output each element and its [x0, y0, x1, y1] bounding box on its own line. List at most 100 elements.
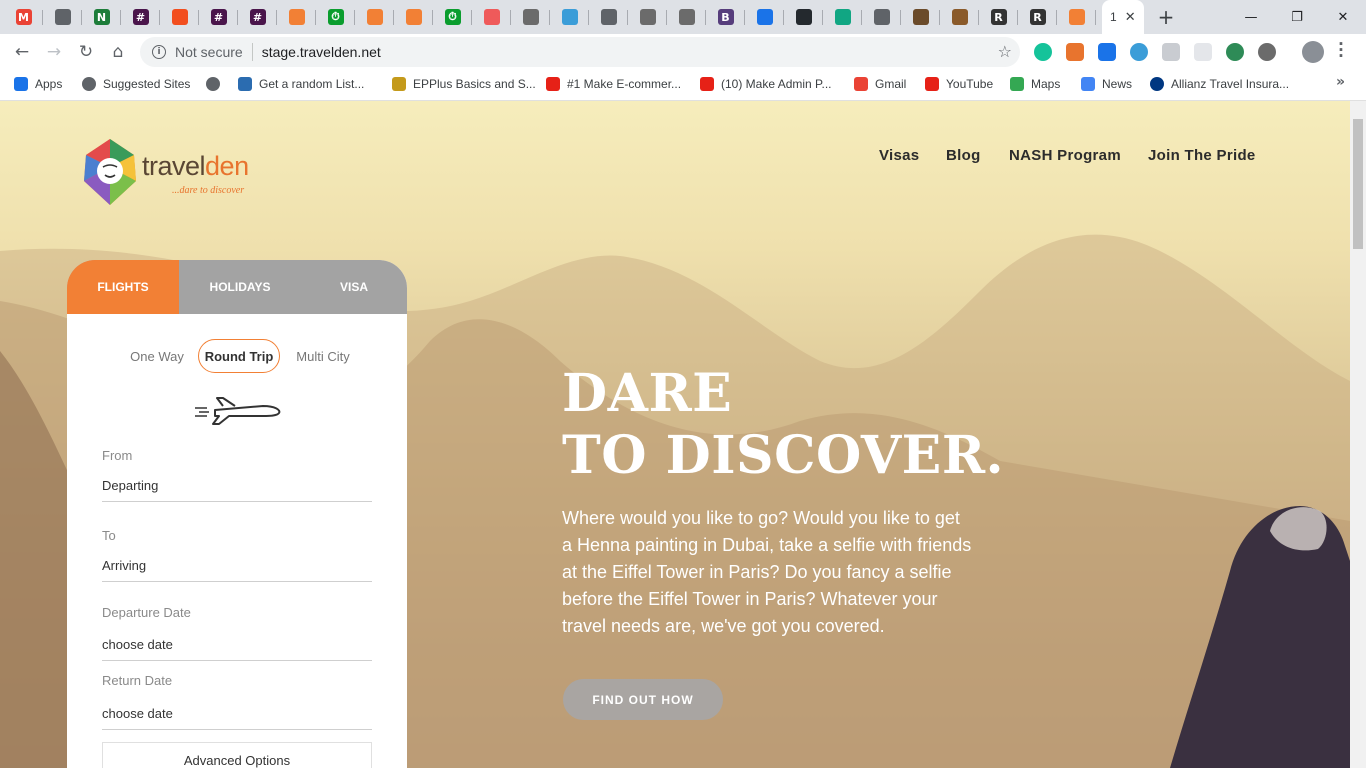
tab-holidays[interactable]: HOLIDAYS: [179, 260, 301, 314]
tab-visa[interactable]: VISA: [301, 260, 407, 314]
restore-button[interactable]: ❐: [1274, 0, 1320, 34]
menu-icon[interactable]: · · ·: [1336, 37, 1346, 64]
close-window-button[interactable]: ✕: [1320, 0, 1366, 34]
browser-tab[interactable]: [823, 0, 862, 34]
new-tab-button[interactable]: +: [1154, 5, 1178, 29]
browser-tab[interactable]: M: [4, 0, 43, 34]
url-text[interactable]: stage.travelden.net: [262, 44, 381, 60]
travelden-logo[interactable]: travelden ...dare to discover: [80, 137, 260, 207]
active-tab[interactable]: 1 ✕: [1102, 0, 1144, 34]
minimize-button[interactable]: —: [1228, 0, 1274, 34]
find-out-how-button[interactable]: FIND OUT HOW: [563, 679, 723, 720]
browser-tab[interactable]: [862, 0, 901, 34]
edit-icon: [561, 9, 578, 25]
info-icon[interactable]: i: [152, 45, 166, 59]
box-icon: [405, 9, 422, 25]
page-scrollbar[interactable]: [1350, 101, 1366, 768]
bookmark-item[interactable]: (10) Make Admin P...: [700, 77, 832, 91]
trip-type-multi-city[interactable]: Multi City: [284, 339, 362, 373]
bookmark-item[interactable]: News: [1081, 77, 1132, 91]
bookmark-item[interactable]: Get a random List...: [238, 77, 364, 91]
browser-tab[interactable]: [628, 0, 667, 34]
reload-button[interactable]: ↻: [74, 40, 98, 64]
bookmark-item[interactable]: [206, 77, 227, 91]
advanced-options-button[interactable]: Advanced Options: [102, 742, 372, 768]
browser-tab[interactable]: R: [979, 0, 1018, 34]
return-date-input[interactable]: choose date: [102, 698, 372, 730]
nav-link-nash-program[interactable]: NASH Program: [1009, 147, 1121, 164]
trip-type-one-way[interactable]: One Way: [119, 339, 195, 373]
bookmark-label: Apps: [35, 77, 63, 91]
bookmark-item[interactable]: Apps: [14, 77, 62, 91]
link-icon: [238, 77, 252, 91]
grammarly-extension-icon[interactable]: [1034, 43, 1052, 61]
browser-tab[interactable]: [43, 0, 82, 34]
browser-tab[interactable]: [277, 0, 316, 34]
trip-type-round-trip[interactable]: Round Trip: [198, 339, 280, 373]
back-button[interactable]: ←: [10, 40, 34, 64]
to-label: To: [102, 528, 116, 543]
bookmark-item[interactable]: YouTube: [925, 77, 993, 91]
browser-tab[interactable]: [550, 0, 589, 34]
browser-tab[interactable]: [1057, 0, 1096, 34]
bookmark-star-icon[interactable]: ☆: [998, 42, 1012, 61]
browser-tab[interactable]: B: [706, 0, 745, 34]
browser-tab[interactable]: [784, 0, 823, 34]
bookmark-item[interactable]: #1 Make E-commer...: [546, 77, 681, 91]
tab-flights[interactable]: FLIGHTS: [67, 260, 179, 314]
logo-wordmark-den: den: [205, 151, 249, 181]
browser-tab[interactable]: [355, 0, 394, 34]
bookmarks-more-icon[interactable]: »: [1336, 74, 1345, 90]
figma-icon: [171, 9, 188, 25]
timer-icon: ⏱: [327, 9, 344, 25]
close-tab-icon[interactable]: ✕: [1125, 9, 1136, 25]
browser-tab[interactable]: N: [82, 0, 121, 34]
to-input[interactable]: Arriving: [102, 550, 372, 582]
extension-icon[interactable]: [1130, 43, 1148, 61]
browser-tab[interactable]: R: [1018, 0, 1057, 34]
browser-tab[interactable]: ⏱: [316, 0, 355, 34]
slack-icon: #: [249, 9, 266, 25]
extension-icon[interactable]: [1162, 43, 1180, 61]
profile-avatar[interactable]: [1302, 41, 1324, 63]
screenshot-extension-icon[interactable]: [1098, 43, 1116, 61]
home-button[interactable]: ⌂: [106, 40, 130, 64]
browser-tab[interactable]: #: [199, 0, 238, 34]
nav-link-blog[interactable]: Blog: [946, 147, 981, 164]
bookmark-item[interactable]: Allianz Travel Insura...: [1150, 77, 1289, 91]
browser-tab[interactable]: [394, 0, 433, 34]
browser-tab[interactable]: [667, 0, 706, 34]
apps-icon: [14, 77, 28, 91]
browser-tab[interactable]: [160, 0, 199, 34]
office-extension-icon[interactable]: [1066, 43, 1084, 61]
extension-icon[interactable]: [1258, 43, 1276, 61]
browser-tab[interactable]: #: [121, 0, 160, 34]
forward-button[interactable]: →: [42, 40, 66, 64]
nav-link-visas[interactable]: Visas: [879, 147, 919, 164]
browser-tab[interactable]: [940, 0, 979, 34]
browser-tab-strip: M N # # # ⏱ ⏱ B R R 1 ✕ + — ❐ ✕: [0, 0, 1366, 34]
address-bar[interactable]: i Not secure stage.travelden.net ☆: [140, 37, 1020, 67]
browser-tab[interactable]: [472, 0, 511, 34]
bookmark-item[interactable]: Suggested Sites: [82, 77, 190, 91]
image-icon: [951, 9, 968, 25]
browser-tab[interactable]: [511, 0, 550, 34]
search-card: FLIGHTS HOLIDAYS VISA One Way Round Trip…: [67, 260, 407, 768]
departure-date-input[interactable]: choose date: [102, 629, 372, 661]
browser-tab[interactable]: [901, 0, 940, 34]
browser-tab[interactable]: [589, 0, 628, 34]
scrollbar-thumb[interactable]: [1353, 119, 1363, 249]
bookmark-item[interactable]: EPPlus Basics and S...: [392, 77, 536, 91]
browser-tab[interactable]: #: [238, 0, 277, 34]
recycle-extension-icon[interactable]: [1226, 43, 1244, 61]
bookmark-label: Get a random List...: [259, 77, 365, 91]
bookmark-item[interactable]: Gmail: [854, 77, 906, 91]
browser-tab[interactable]: ⏱: [433, 0, 472, 34]
from-input[interactable]: Departing: [102, 470, 372, 502]
browser-tab[interactable]: [745, 0, 784, 34]
globe-icon: [54, 9, 71, 25]
bookmark-item[interactable]: Maps: [1010, 77, 1060, 91]
shield-icon: [678, 9, 695, 25]
extension-icon[interactable]: [1194, 43, 1212, 61]
nav-link-join-the-pride[interactable]: Join The Pride: [1148, 147, 1256, 164]
